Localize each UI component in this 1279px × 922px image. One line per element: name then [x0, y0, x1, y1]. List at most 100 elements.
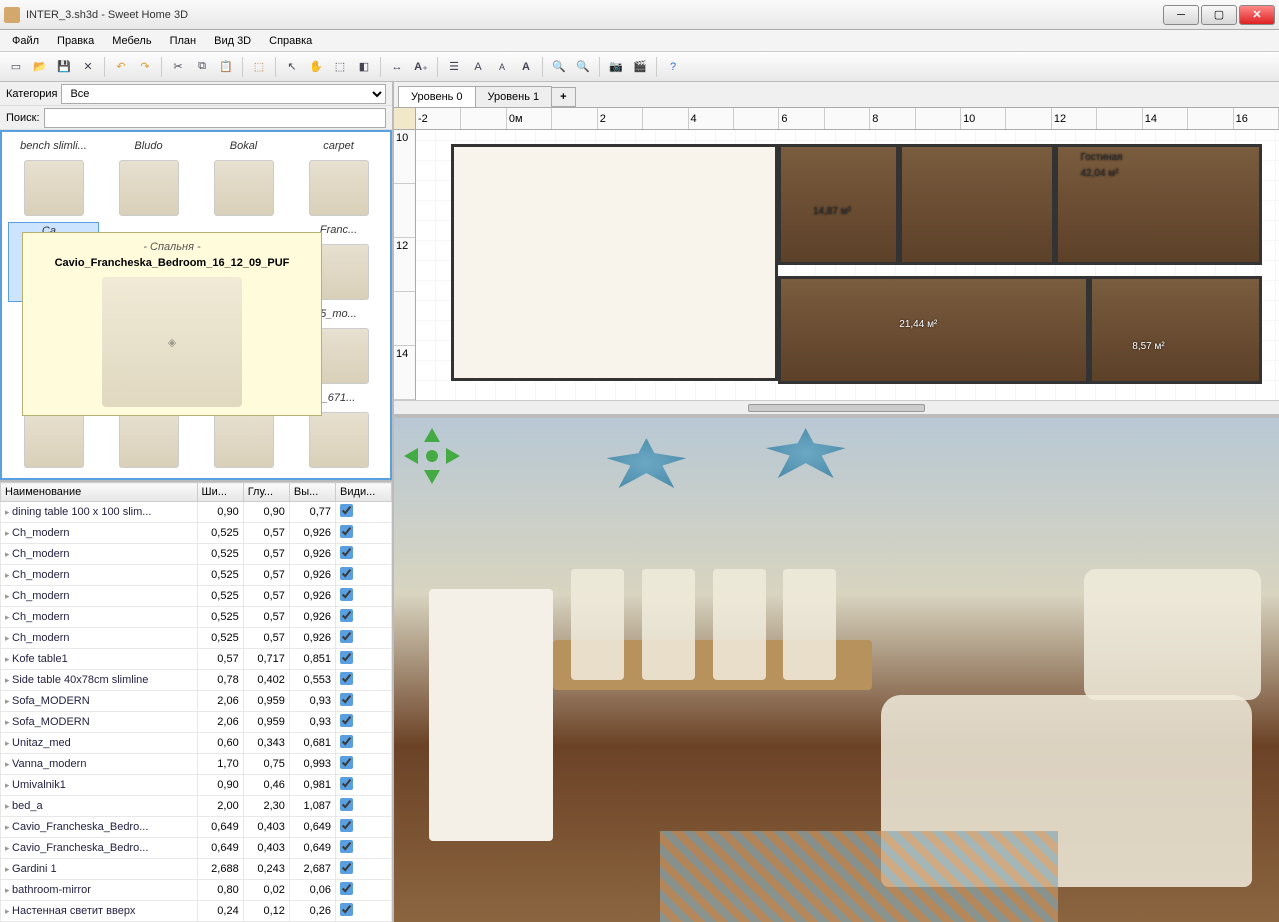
nav-left-icon[interactable] [404, 448, 418, 464]
nav-right-icon[interactable] [446, 448, 460, 464]
visible-checkbox[interactable] [340, 525, 353, 538]
font-bigger-icon[interactable]: A [516, 57, 536, 77]
table-row[interactable]: bed_a2,002,301,087 [1, 796, 392, 817]
3d-view[interactable] [394, 418, 1279, 922]
table-row[interactable]: Ch_modern0,5250,570,926 [1, 607, 392, 628]
table-row[interactable]: Cavio_Francheska_Bedro...0,6490,4030,649 [1, 817, 392, 838]
bold-icon[interactable]: ☰ [444, 57, 464, 77]
tab-level-0[interactable]: Уровень 0 [398, 86, 476, 107]
photo-icon[interactable]: 📷 [606, 57, 626, 77]
help-icon[interactable]: ? [663, 57, 683, 77]
column-header[interactable]: Наименование [1, 483, 198, 502]
tab-level-1[interactable]: Уровень 1 [475, 86, 553, 107]
visible-checkbox[interactable] [340, 798, 353, 811]
plan-canvas[interactable]: 14,87 м² Гостиная 42,04 м² 21,44 м² 8,57… [416, 130, 1279, 400]
visible-checkbox[interactable] [340, 693, 353, 706]
column-header[interactable]: Глу... [243, 483, 289, 502]
close-button[interactable]: ✕ [1239, 5, 1275, 25]
catalog-item[interactable]: Bludo [103, 138, 194, 218]
table-row[interactable]: Kofe table10,570,7170,851 [1, 649, 392, 670]
settings-icon[interactable]: ✕ [78, 57, 98, 77]
select-icon[interactable]: ↖ [282, 57, 302, 77]
column-header[interactable]: Ши... [197, 483, 243, 502]
nav-down-icon[interactable] [424, 470, 440, 484]
menu-Правка[interactable]: Правка [49, 33, 102, 49]
video-icon[interactable]: 🎬 [630, 57, 650, 77]
visible-checkbox[interactable] [340, 609, 353, 622]
dimension-icon[interactable]: ↔ [387, 57, 407, 77]
paste-icon[interactable]: 📋 [216, 57, 236, 77]
table-row[interactable]: Ch_modern0,5250,570,926 [1, 586, 392, 607]
visible-checkbox[interactable] [340, 819, 353, 832]
visible-checkbox[interactable] [340, 567, 353, 580]
catalog-item[interactable]: bench slimli... [8, 138, 99, 218]
column-header[interactable]: Вы... [289, 483, 335, 502]
table-row[interactable]: dining table 100 x 100 slim...0,900,900,… [1, 502, 392, 523]
visible-checkbox[interactable] [340, 840, 353, 853]
table-row[interactable]: Side table 40x78cm slimline0,780,4020,55… [1, 670, 392, 691]
table-row[interactable]: Unitaz_med0,600,3430,681 [1, 733, 392, 754]
visible-checkbox[interactable] [340, 504, 353, 517]
font-smaller-icon[interactable]: A [492, 57, 512, 77]
table-row[interactable]: Gardini 12,6880,2432,687 [1, 859, 392, 880]
open-icon[interactable]: 📂 [30, 57, 50, 77]
table-row[interactable]: Настенная светит вверх0,240,120,26 [1, 901, 392, 922]
table-row[interactable]: Sofa_MODERN2,060,9590,93 [1, 712, 392, 733]
save-icon[interactable]: 💾 [54, 57, 74, 77]
visible-checkbox[interactable] [340, 861, 353, 874]
table-row[interactable]: Ch_modern0,5250,570,926 [1, 565, 392, 586]
furniture-list[interactable]: НаименованиеШи...Глу...Вы...Види... dini… [0, 480, 392, 922]
column-header[interactable]: Види... [336, 483, 392, 502]
pan-icon[interactable]: ✋ [306, 57, 326, 77]
nav-up-icon[interactable] [424, 428, 440, 442]
zoom-in-icon[interactable]: 🔍 [549, 57, 569, 77]
menu-Вид 3D[interactable]: Вид 3D [206, 33, 259, 49]
table-row[interactable]: Cavio_Francheska_Bedro...0,6490,4030,649 [1, 838, 392, 859]
furniture-catalog[interactable]: bench slimli...BludoBokalcarpetCa...Fran… [0, 130, 392, 480]
redo-icon[interactable]: ↷ [135, 57, 155, 77]
visible-checkbox[interactable] [340, 882, 353, 895]
visible-checkbox[interactable] [340, 546, 353, 559]
maximize-button[interactable]: ▢ [1201, 5, 1237, 25]
menu-Файл[interactable]: Файл [4, 33, 47, 49]
visible-checkbox[interactable] [340, 903, 353, 916]
floor-plan[interactable]: -20м246810121416 101214 14,87 м² Гостина… [394, 108, 1279, 418]
create-room-icon[interactable]: ◧ [354, 57, 374, 77]
text-icon[interactable]: A₊ [411, 57, 431, 77]
new-icon[interactable]: ▭ [6, 57, 26, 77]
catalog-item[interactable]: carpet [293, 138, 384, 218]
category-select[interactable]: Все [61, 84, 386, 104]
table-row[interactable]: Ch_modern0,5250,570,926 [1, 523, 392, 544]
undo-icon[interactable]: ↶ [111, 57, 131, 77]
visible-checkbox[interactable] [340, 756, 353, 769]
catalog-item[interactable]: Bokal [198, 138, 289, 218]
visible-checkbox[interactable] [340, 651, 353, 664]
add-furniture-icon[interactable]: ⬚ [249, 57, 269, 77]
menu-Справка[interactable]: Справка [261, 33, 320, 49]
table-row[interactable]: Umivalnik10,900,460,981 [1, 775, 392, 796]
menu-План[interactable]: План [162, 33, 205, 49]
visible-checkbox[interactable] [340, 672, 353, 685]
copy-icon[interactable]: ⧉ [192, 57, 212, 77]
table-row[interactable]: Ch_modern0,5250,570,926 [1, 544, 392, 565]
search-input[interactable] [44, 108, 386, 128]
visible-checkbox[interactable] [340, 735, 353, 748]
create-walls-icon[interactable]: ⬚ [330, 57, 350, 77]
visible-checkbox[interactable] [340, 588, 353, 601]
visible-checkbox[interactable] [340, 777, 353, 790]
table-row[interactable]: Vanna_modern1,700,750,993 [1, 754, 392, 775]
add-level-button[interactable]: + [551, 87, 575, 107]
table-row[interactable]: bathroom-mirror0,800,020,06 [1, 880, 392, 901]
zoom-out-icon[interactable]: 🔍 [573, 57, 593, 77]
catalog-tooltip: - Спальня - Cavio_Francheska_Bedroom_16_… [22, 232, 322, 416]
plan-scrollbar[interactable] [394, 400, 1279, 414]
table-row[interactable]: Ch_modern0,5250,570,926 [1, 628, 392, 649]
cut-icon[interactable]: ✂ [168, 57, 188, 77]
visible-checkbox[interactable] [340, 630, 353, 643]
visible-checkbox[interactable] [340, 714, 353, 727]
italic-icon[interactable]: A [468, 57, 488, 77]
nav-center-icon[interactable] [426, 450, 438, 462]
menu-Мебель[interactable]: Мебель [104, 33, 159, 49]
minimize-button[interactable]: ─ [1163, 5, 1199, 25]
table-row[interactable]: Sofa_MODERN2,060,9590,93 [1, 691, 392, 712]
